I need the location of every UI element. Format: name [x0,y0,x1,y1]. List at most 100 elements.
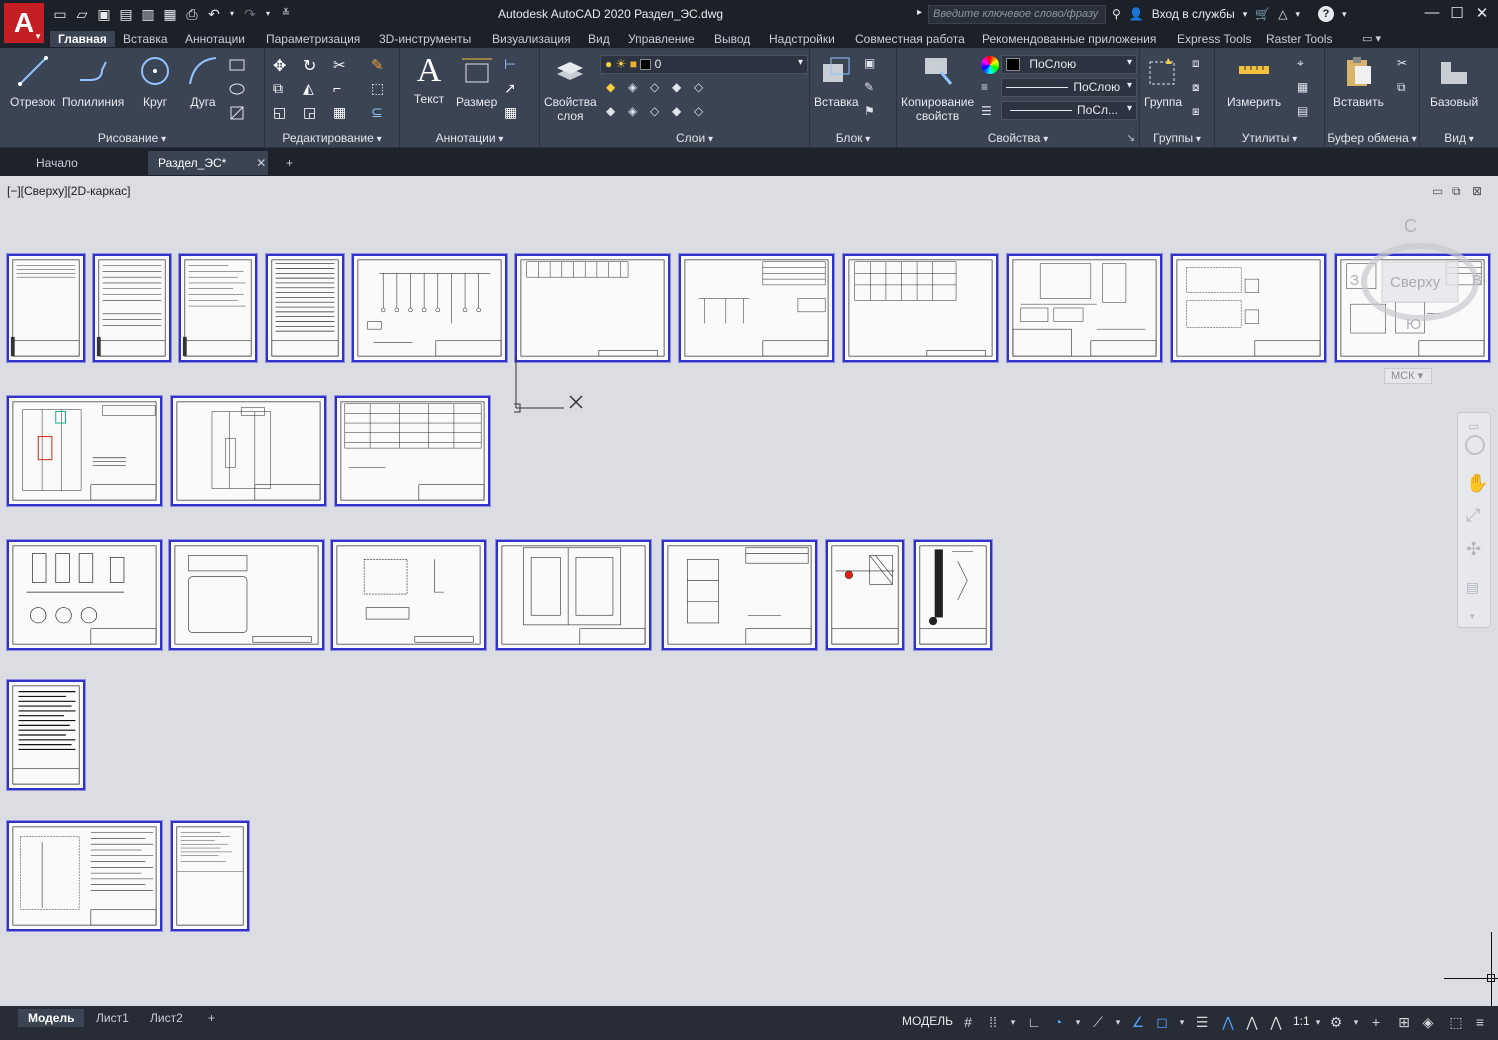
drawing-sheet[interactable] [661,539,818,651]
drawing-sheet[interactable] [825,539,905,651]
grid-icon[interactable]: # [958,1012,978,1032]
tab-express-tools[interactable]: Express Tools [1169,31,1259,47]
annotation-scale-icon[interactable]: ⋀ [1266,1012,1286,1032]
ribbon-minimize-toggle[interactable]: ▭ ▾ [1354,31,1389,46]
chevron-down-icon[interactable]: ▾ [1346,1012,1366,1032]
layer-match-icon[interactable]: ◆ [606,104,624,122]
annotation-visibility-icon[interactable]: ⋀ [1218,1012,1238,1032]
mirror-icon[interactable]: ◭ [303,80,321,98]
paste-tool[interactable]: Вставить [1333,54,1384,109]
tab-3d-tools[interactable]: 3D-инструменты [371,31,479,47]
navbar-menu-icon[interactable]: ▾ [1470,611,1475,622]
hatch-icon[interactable] [228,80,246,98]
viewport-close-icon[interactable]: ⊠ [1472,184,1482,198]
layer-isolate-icon[interactable]: ◈ [628,80,646,98]
drawing-sheet[interactable] [178,253,258,363]
drawing-sheet[interactable] [334,395,491,507]
tab-home[interactable]: Главная [50,31,115,47]
insert-block-tool[interactable]: Вставка [814,54,859,109]
panel-modify-label[interactable]: Редактирование [265,131,399,145]
drawing-sheet[interactable] [495,539,652,651]
drawing-sheet[interactable] [1006,253,1163,363]
properties-dialog-launcher-icon[interactable]: ↘ [1127,133,1135,144]
text-tool[interactable]: A Текст [412,54,446,107]
drawing-tab-active[interactable]: Раздел_ЭС* ✕ [148,151,268,175]
tab-raster-tools[interactable]: Raster Tools [1258,31,1340,47]
search-expand-icon[interactable]: ▸ [917,7,922,18]
layer-previous-icon[interactable]: ◈ [628,104,646,122]
move-icon[interactable]: ✥ [273,56,291,75]
ortho-icon[interactable]: ∟ [1024,1012,1044,1032]
drawing-sheet[interactable] [842,253,999,363]
drawing-sheet[interactable] [678,253,835,363]
chevron-down-icon[interactable]: ▾ [1108,1012,1128,1032]
layer-walk-icon[interactable]: ◇ [650,104,668,122]
viewport-restore-icon[interactable]: ⧉ [1452,184,1461,199]
workspace-gear-icon[interactable]: ⚙ [1326,1012,1346,1032]
erase-icon[interactable]: ✎ [371,56,389,74]
create-block-icon[interactable]: ▣ [864,56,882,74]
layout-tab-model[interactable]: Модель [18,1009,85,1027]
drawing-sheet[interactable] [6,539,163,651]
layer-freeze-icon[interactable]: ◇ [650,80,668,98]
drawing-sheet[interactable] [351,253,508,363]
panel-utilities-label[interactable]: Утилиты [1215,131,1324,145]
drawing-sheet[interactable] [1170,253,1327,363]
trim-icon[interactable]: ✂ [333,56,351,74]
layer-lock-icon[interactable]: ◇ [694,80,712,98]
dimension-tool[interactable]: Размер [456,54,497,109]
cut-icon[interactable]: ✂ [1397,56,1415,74]
array-icon[interactable]: ▦ [333,104,351,122]
panel-draw-label[interactable]: Рисование [0,131,264,145]
panel-annotation-label[interactable]: Аннотации [400,131,539,145]
panel-block-label[interactable]: Блок [810,131,896,145]
tab-output[interactable]: Вывод [706,31,758,47]
base-view-tool[interactable]: Базовый [1430,54,1478,109]
panel-clipboard-label[interactable]: Буфер обмена [1325,131,1419,145]
chevron-down-icon[interactable]: ▾ [1243,9,1248,20]
offset-icon[interactable]: ⊆ [371,104,389,122]
tab-visualize[interactable]: Визуализация [484,31,579,47]
plot-to-file-icon[interactable]: ▦ [162,5,178,23]
layer-state-icon[interactable]: ◆ [606,80,624,98]
quick-select-icon[interactable]: ⌖ [1297,56,1315,74]
close-window-button[interactable]: ✕ [1472,4,1492,22]
signin-button[interactable]: Вход в службы [1152,7,1235,21]
color-wheel-icon[interactable] [981,56,999,74]
leader-icon[interactable]: ↗ [504,80,522,98]
clean-screen-icon[interactable]: ⬚ [1446,1012,1466,1032]
group-tool[interactable]: Группа [1144,54,1182,109]
binoculars-icon[interactable]: ⚲ [1112,7,1121,21]
tab-featured-apps[interactable]: Рекомендованные приложения [974,31,1164,47]
orbit-icon[interactable]: ✣ [1466,539,1481,560]
close-icon[interactable]: ✕ [256,156,266,170]
linetype-icon[interactable]: ☰ [981,104,999,122]
application-menu-button[interactable]: A ▼ [4,3,44,43]
drawing-sheet[interactable] [913,539,993,651]
undo-dropdown-icon[interactable]: ▾ [228,5,236,23]
drawing-sheet[interactable] [92,253,172,363]
model-space-toggle[interactable]: МОДЕЛЬ [902,1014,953,1028]
new-file-icon[interactable]: ▭ [52,5,68,23]
copy-clip-icon[interactable]: ⧉ [1397,80,1415,98]
chevron-down-icon[interactable]: ▾ [1295,9,1300,20]
lineweight-icon[interactable]: ≡ [981,80,999,98]
drawing-sheet[interactable] [514,253,671,363]
line-tool[interactable]: Отрезок [10,54,55,109]
viewport-controls-label[interactable]: [−][Сверху][2D-каркас] [7,184,131,198]
add-layout-button[interactable]: + [198,1009,225,1027]
viewcube-west[interactable]: З [1350,272,1359,289]
save-icon[interactable]: ▣ [96,5,112,23]
object-snap-tracking-icon[interactable]: ∠ [1128,1012,1148,1032]
tab-annotate[interactable]: Аннотации [177,31,253,47]
customize-qat-icon[interactable]: ≚ [278,5,294,23]
object-snap-icon[interactable]: ◻ [1152,1012,1172,1032]
help-icon[interactable]: ? [1318,6,1334,22]
match-properties-tool[interactable]: Копирование свойств [901,54,974,123]
layer-unisolate-icon[interactable]: ◆ [672,104,690,122]
stretch-icon[interactable]: ◱ [273,104,291,122]
group-edit-icon[interactable]: ⧇ [1192,80,1210,98]
chevron-down-icon[interactable]: ▾ [1068,1012,1088,1032]
layer-properties-tool[interactable]: Свойства слоя [544,54,597,123]
fillet-icon[interactable]: ⌐ [333,80,351,98]
